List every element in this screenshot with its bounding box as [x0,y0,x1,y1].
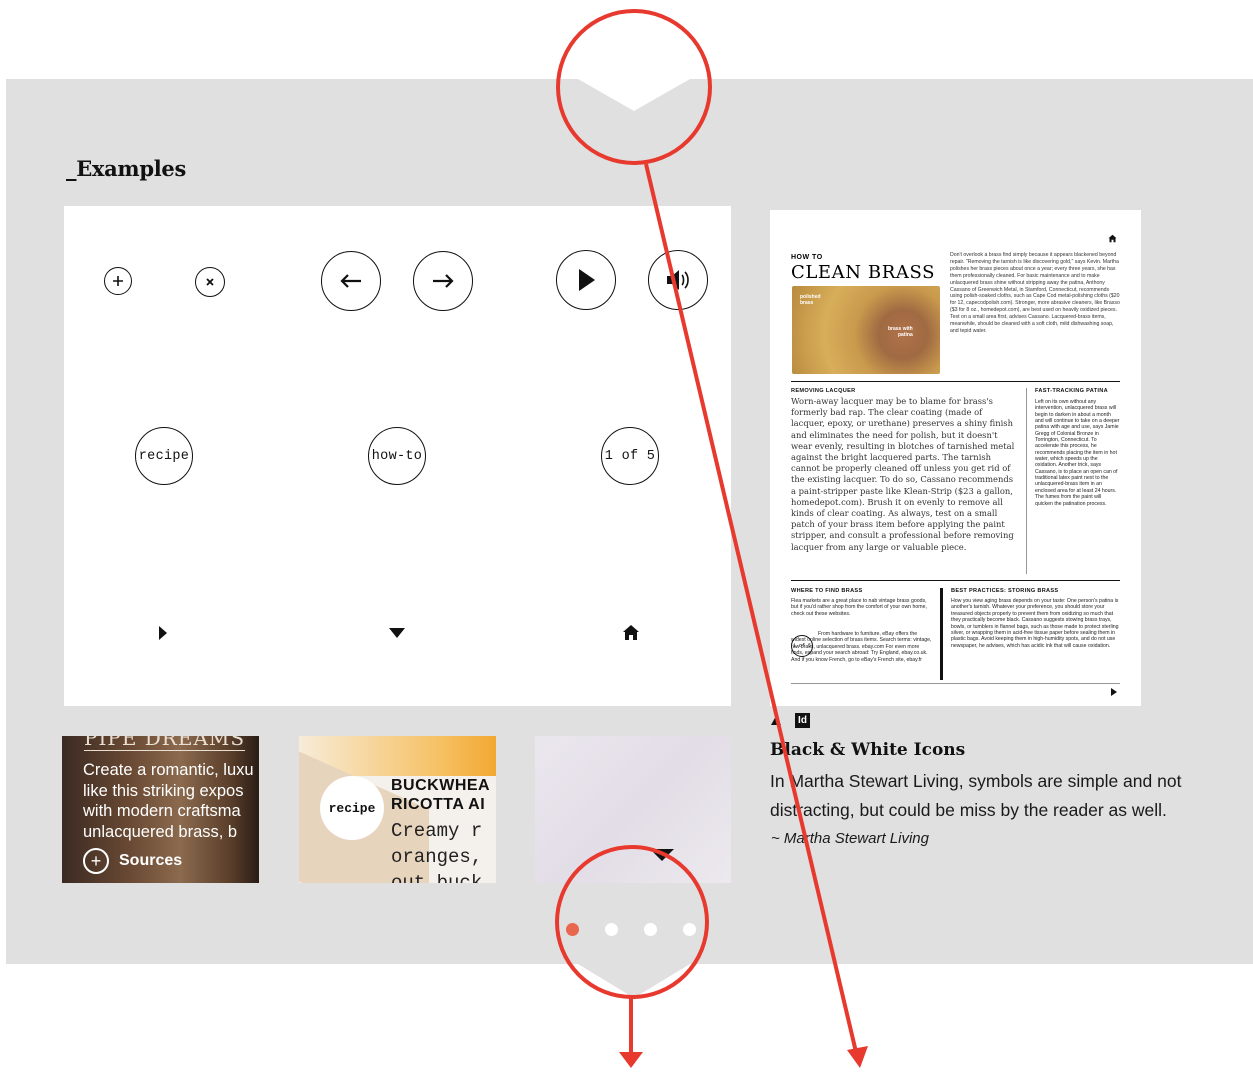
divider [1026,388,1027,574]
brass-photo: polished brass brass with patina [792,286,940,374]
recipe-line: out buck [391,872,483,883]
pagination-dot-3[interactable] [644,923,657,936]
magazine-page: HOW TO CLEAN BRASS polished brass brass w… [770,210,1141,706]
divider [940,588,943,680]
annotation-arrowhead-long [847,1046,868,1068]
annotation-arrowhead-short [619,1052,643,1068]
page-counter-badge[interactable]: 1 of 5 [601,427,659,485]
thumbnail-heading: PIPE DREAMS [84,736,246,751]
photo-label-right: brass with patina [888,326,913,338]
where-body-2: From hardware to furniture, eBay offers … [791,631,932,663]
sources-label: Sources [119,852,183,869]
where-heading: WHERE TO FIND BRASS [791,588,863,594]
icon-sheet-card: recipe how-to 1 of 5 [64,206,731,706]
thumbnail-body: Create a romantic, luxu like this striki… [83,760,259,842]
carousel-pagination [566,923,696,936]
recipe-line: oranges, [391,846,483,868]
top-notch [578,79,690,111]
recipe-title: BUCKWHEA RICOTTA AI [391,776,490,814]
removing-heading: REMOVING LACQUER [791,388,856,394]
thumbnail-third[interactable] [535,736,731,883]
removing-body: Worn-away lacquer may be to blame for br… [791,396,1015,552]
best-body: How you view aging brass depends on your… [951,598,1119,649]
caret-down-icon [650,849,674,861]
speaker-icon[interactable] [648,250,708,310]
example-title: Black & White Icons [770,740,966,760]
thumbnail-line: with modern craftsma [83,802,241,820]
plus-icon: + [83,848,109,874]
pagination-dot-4[interactable] [683,923,696,936]
home-icon[interactable] [622,624,640,641]
arrow-left-icon[interactable] [321,251,381,311]
fast-heading: FAST-TRACKING PATINA [1035,388,1108,394]
indesign-icon: Id [795,713,810,728]
bottom-notch [578,964,690,998]
where-body: Flea markets are a great place to nab vi… [791,598,927,617]
magazine-title: CLEAN BRASS [791,262,936,283]
plus-icon[interactable] [104,267,132,295]
caret-right-icon[interactable] [158,625,168,641]
thumbnail-recipe[interactable]: recipe BUCKWHEA RICOTTA AI Creamy r oran… [299,736,496,883]
arrow-right-icon[interactable] [413,251,473,311]
pagination-dot-1[interactable] [566,923,579,936]
sources-link[interactable]: + Sources [83,848,182,874]
example-description: In Martha Stewart Living, symbols are si… [770,771,1182,820]
fast-body: Left on its own without any intervention… [1035,399,1120,507]
how-to-badge[interactable]: how-to [368,427,426,485]
example-source: ~ Martha Stewart Living [771,830,929,847]
recipe-title-line: BUCKWHEA [391,777,491,794]
play-icon[interactable] [556,250,616,310]
pagination-dot-2[interactable] [605,923,618,936]
illustrator-icon [771,716,781,725]
best-heading: BEST PRACTICES: STORING BRASS [951,588,1059,594]
thumbnail-line: unlacquered brass, b [83,822,238,841]
caret-down-icon[interactable] [388,627,406,639]
magazine-kicker: HOW TO [791,254,823,261]
divider [791,580,1120,581]
thumbnail-pipe-dreams[interactable]: PIPE DREAMS Create a romantic, luxu like… [62,736,259,883]
recipe-badge: recipe [320,776,384,840]
divider [791,381,1120,382]
thumbnail-line: Create a romantic, luxu [83,761,254,779]
thumbnail-line: like this striking expos [83,781,244,800]
close-icon[interactable] [195,267,225,297]
recipe-title-line: RICOTTA AI [391,796,486,813]
tool-credits: Id [771,713,810,728]
recipe-badge[interactable]: recipe [135,427,193,485]
recipe-description: Creamy r oranges, out buck [391,818,482,883]
section-title: _Examples [66,156,186,181]
play-icon [1111,688,1117,696]
recipe-line: Creamy r [391,820,483,842]
divider [791,683,1120,684]
photo-label-left: polished brass [800,294,821,306]
home-icon [1108,234,1117,243]
magazine-intro: Don't overlook a brass find simply becau… [950,252,1120,334]
